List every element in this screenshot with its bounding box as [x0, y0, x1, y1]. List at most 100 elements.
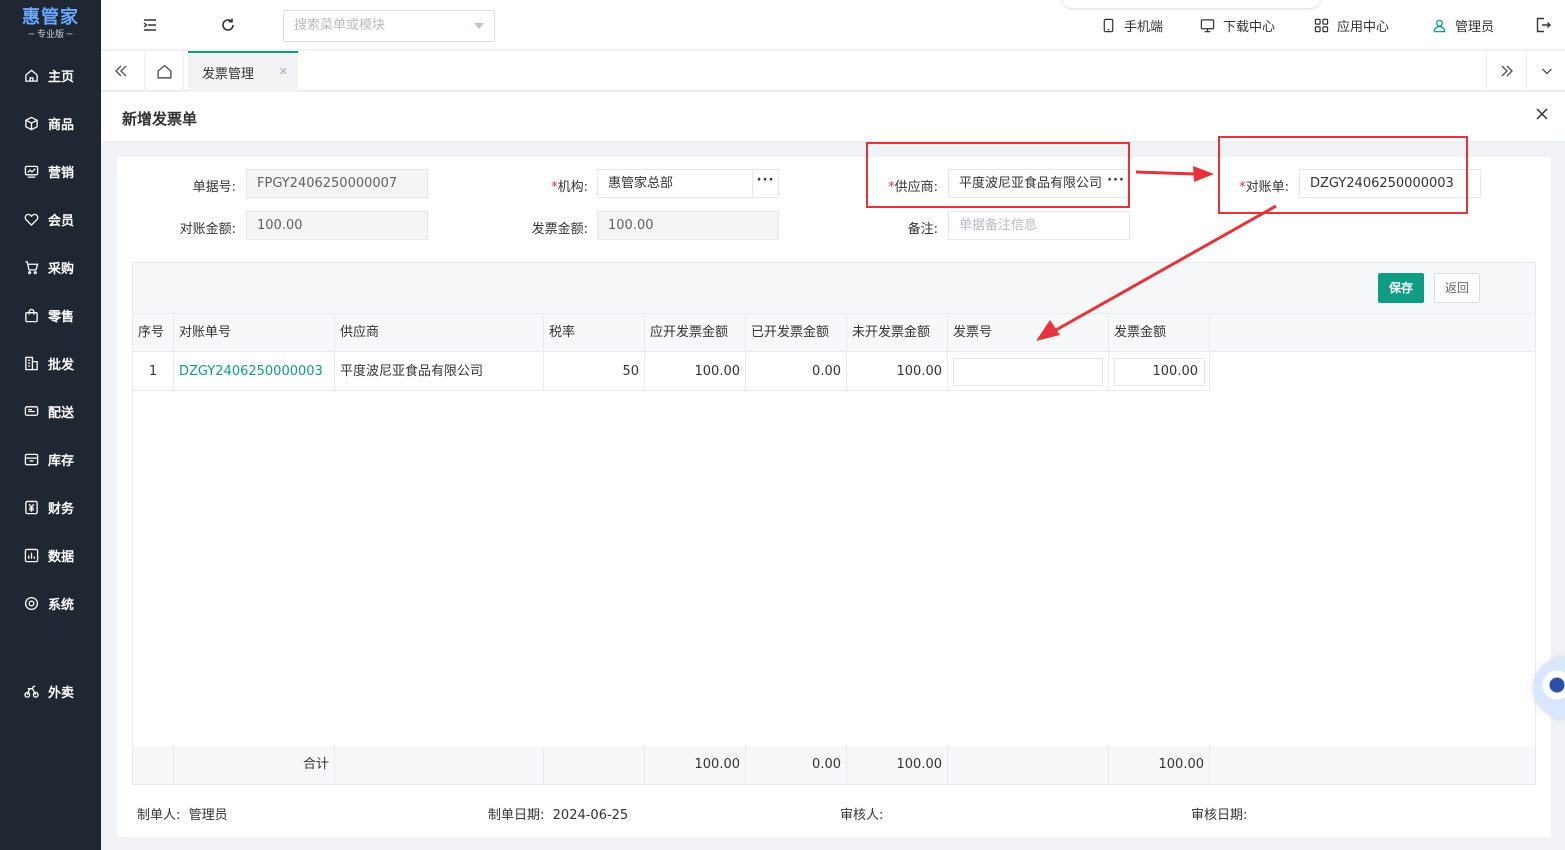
- bag-icon: [25, 308, 38, 322]
- tab-home[interactable]: [144, 51, 184, 91]
- statement-field[interactable]: DZGY2406250000003: [1299, 169, 1481, 198]
- sidebar-item-label: 配送: [48, 405, 75, 421]
- truck-icon: [24, 405, 39, 416]
- creator-value: 管理员: [188, 808, 228, 823]
- sidebar-item-data[interactable]: 数据: [0, 539, 101, 571]
- remark-label: 备注:: [907, 222, 938, 237]
- sidebar-item-purchase[interactable]: 采购: [0, 251, 101, 283]
- column-header: 对账单号: [174, 314, 335, 352]
- chart-card-icon: [24, 165, 39, 178]
- chevron-down-icon: [474, 23, 484, 29]
- home-icon: [156, 64, 172, 79]
- back-button[interactable]: 返回: [1434, 273, 1480, 303]
- footer-cell: [948, 746, 1109, 784]
- sidebar-item-member[interactable]: 会员: [0, 203, 101, 235]
- created-date-value: 2024-06-25: [552, 808, 629, 823]
- footer-cell: [133, 746, 174, 784]
- logout-icon[interactable]: [1534, 16, 1552, 34]
- tabs-scroll-left[interactable]: [101, 51, 141, 91]
- logo-main: 惠管家: [22, 7, 79, 28]
- monitor-icon: [1200, 19, 1215, 33]
- close-icon[interactable]: [1535, 107, 1549, 121]
- column-header: 发票号: [948, 314, 1109, 352]
- sidebar-item-label: 系统: [48, 597, 75, 613]
- top-bar: 搜索菜单或模块 手机端 下载中心 应用中心 管理员: [101, 0, 1565, 50]
- box-icon: [24, 453, 39, 465]
- row-issued-amount: 0.00: [746, 353, 847, 391]
- footer-issued-amount: 0.00: [746, 746, 847, 784]
- org-field[interactable]: 惠管家总部 ···: [597, 169, 779, 198]
- supplier-value: 平度波尼亚食品有限公司: [959, 176, 1103, 191]
- invoice-no-input[interactable]: [953, 358, 1103, 386]
- org-picker-button[interactable]: ···: [752, 170, 778, 197]
- heart-icon: [24, 213, 39, 226]
- doc-no-field: FPGY2406250000007: [246, 169, 428, 198]
- money-icon: [25, 500, 38, 514]
- row-due-amount: 100.00: [645, 353, 746, 391]
- created-date-info: 制单日期: 2024-06-25: [488, 804, 628, 823]
- sidebar-item-label: 采购: [48, 261, 75, 277]
- footer-filler: [1210, 746, 1535, 784]
- row-supplier: 平度波尼亚食品有限公司: [335, 353, 544, 391]
- mobile-link[interactable]: 手机端: [1101, 16, 1163, 35]
- sidebar-item-delivery[interactable]: 配送: [0, 395, 101, 427]
- sidebar-item-marketing[interactable]: 营销: [0, 155, 101, 187]
- sidebar-item-label: 营销: [48, 165, 75, 181]
- mobile-link-label: 手机端: [1124, 20, 1164, 35]
- sidebar-item-wholesale[interactable]: 批发: [0, 347, 101, 379]
- sidebar-item-retail[interactable]: 零售: [0, 299, 101, 331]
- statement-no-link[interactable]: DZGY2406250000003: [174, 353, 335, 391]
- supplier-picker-button[interactable]: ···: [1103, 170, 1129, 197]
- review-date-info: 审核日期:: [1191, 804, 1247, 823]
- column-header: 已开发票金额: [746, 314, 847, 352]
- invoice-amount-input[interactable]: 100.00: [1114, 358, 1205, 386]
- supplier-field[interactable]: 平度波尼亚食品有限公司 ···: [948, 169, 1130, 198]
- grid-toolbar: 保存 返回: [133, 263, 1535, 314]
- sidebar-item-goods[interactable]: 商品: [0, 107, 101, 139]
- tab-close-icon[interactable]: ✕: [279, 65, 288, 78]
- footer-cell: [335, 746, 544, 784]
- sidebar-item-inventory[interactable]: 库存: [0, 443, 101, 475]
- column-header: 供应商: [335, 314, 544, 352]
- sidebar-item-label: 批发: [48, 357, 75, 373]
- sidebar-item-takeout[interactable]: 外卖: [0, 675, 101, 707]
- tab-invoice-management[interactable]: 发票管理 ✕: [188, 51, 298, 91]
- row-index: 1: [133, 353, 174, 391]
- reviewer-info: 审核人:: [840, 804, 883, 823]
- sidebar-item-label: 财务: [48, 501, 75, 517]
- tabs-dropdown[interactable]: [1526, 51, 1565, 91]
- column-header: 应开发票金额: [645, 314, 746, 352]
- sidebar-item-label: 主页: [48, 69, 75, 85]
- settings-icon: [24, 596, 39, 610]
- org-label: *机构:: [498, 176, 588, 195]
- cart-icon: [25, 260, 39, 274]
- app-center-link[interactable]: 应用中心: [1314, 16, 1389, 35]
- tabs-scroll-right[interactable]: [1486, 51, 1526, 91]
- menu-toggle-icon[interactable]: [141, 16, 159, 34]
- search-input[interactable]: 搜索菜单或模块: [283, 10, 495, 42]
- bar-chart-icon: [24, 548, 39, 562]
- sidebar-item-finance[interactable]: 财务: [0, 491, 101, 523]
- creator-info: 制单人: 管理员: [137, 804, 228, 823]
- logo-sub: ─ 专业版 ─: [28, 30, 73, 40]
- save-button[interactable]: 保存: [1378, 273, 1424, 303]
- created-date-label: 制单日期:: [488, 808, 545, 823]
- column-header: 税率: [544, 314, 645, 352]
- user-avatar-icon: [1433, 19, 1446, 33]
- sidebar-item-home[interactable]: 主页: [0, 59, 101, 91]
- sidebar-item-system[interactable]: 系统: [0, 587, 101, 619]
- footer-cell: [544, 746, 645, 784]
- remark-input[interactable]: 单据备注信息: [948, 211, 1130, 240]
- phone-icon: [1103, 18, 1114, 33]
- invoice-amount-field: 100.00: [597, 211, 779, 240]
- statement-label-text: 对账单:: [1245, 180, 1289, 195]
- refresh-icon[interactable]: [219, 16, 237, 34]
- logo: 惠管家 ─ 专业版 ─: [0, 0, 101, 50]
- column-header: 未开发票金额: [847, 314, 948, 352]
- download-center-link[interactable]: 下载中心: [1200, 16, 1275, 35]
- user-menu[interactable]: 管理员: [1432, 16, 1494, 35]
- cube-icon: [25, 116, 38, 130]
- recon-amount-label: 对账金额:: [179, 222, 236, 237]
- review-date-label: 审核日期:: [1191, 808, 1248, 823]
- sidebar-item-label: 数据: [48, 549, 75, 565]
